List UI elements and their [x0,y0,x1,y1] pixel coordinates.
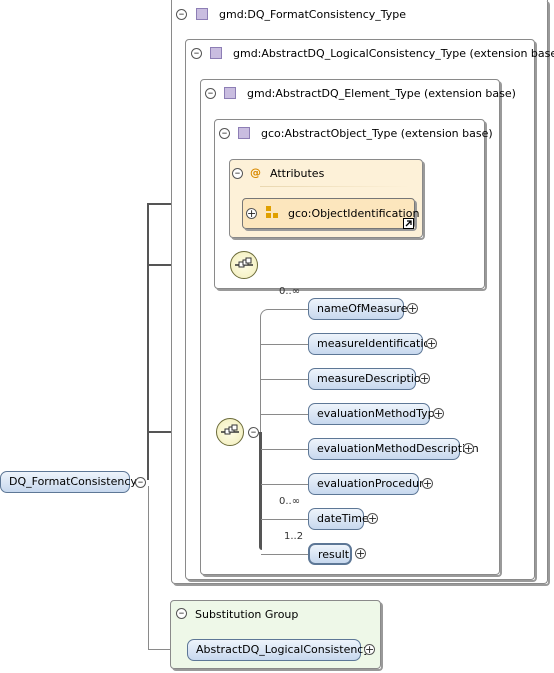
sequence-element-label: measureIdentification [317,337,438,350]
sequence-element-expand-button[interactable]: + [433,408,444,419]
attribute-group-icon [266,206,279,219]
sequence-element-expand-button[interactable]: + [422,478,433,489]
abstract-object-collapse-button[interactable]: – [219,127,230,139]
sequence-compositor-icon[interactable] [230,251,258,279]
sequence-element-nameOfMeasure[interactable]: nameOfMeasure [308,298,408,320]
cardinality-label: 0..∞ [279,496,301,507]
logical-consistency-collapse-button[interactable]: – [191,47,202,59]
sequence-connector [261,554,308,555]
substitution-collapse-button[interactable]: – [176,607,187,619]
sequence-element-label: evaluationProcedure [317,477,431,490]
sequence-element-label: nameOfMeasure [317,302,408,315]
connector-substitution [148,486,149,650]
attributes-header-divider [260,186,410,187]
root-element[interactable]: DQ_FormatConsistency [0,471,137,493]
connector-root [147,204,149,480]
at-symbol-icon: @ [250,166,261,179]
sequence-element-expand-button[interactable]: + [426,338,437,349]
substitution-group-title: Substitution Group [195,608,299,621]
attributes-collapse-button[interactable]: – [232,167,243,179]
sequence-element-label: result [318,548,350,561]
sequence-element-dateTime[interactable]: dateTime [308,508,369,530]
element-type-collapse-button[interactable]: – [205,87,216,99]
sequence-connector [261,484,308,485]
format-consistency-type-title: gmd:DQ_FormatConsistency_Type [219,8,407,21]
sequence-element-expand-button[interactable]: + [407,303,418,314]
element-type-title: gmd:AbstractDQ_Element_Type (extension b… [247,87,516,100]
format-consistency-collapse-button[interactable]: – [176,8,187,20]
type-icon [238,127,250,139]
sequence-element-label: measureDescription [317,372,428,385]
sequence-bracket-top [260,309,308,319]
sequence-connector [261,379,308,380]
root-element-label: DQ_FormatConsistency [9,475,137,488]
abstract-object-type-title: gco:AbstractObject_Type (extension base) [261,127,493,140]
sequence-element-expand-button[interactable]: + [367,513,378,524]
attributes-title: Attributes [270,167,325,180]
sequence-connector [261,414,308,415]
sequence-element-expand-button[interactable]: + [463,443,474,454]
sequence-element-label: evaluationMethodType [317,407,442,420]
sequence-element-label: evaluationMethodDescription [317,442,479,455]
sequence-element-evaluationMethodDescription[interactable]: evaluationMethodDescription [308,438,479,460]
substitution-member-label: AbstractDQ_LogicalConsistency [196,643,370,656]
sequence-connector [261,449,308,450]
attribute-group-expand-button[interactable]: + [246,208,257,219]
root-collapse-button[interactable]: – [135,476,146,488]
cardinality-label: 1..2 [284,531,304,542]
sequence-element-measureIdentification[interactable]: measureIdentification [308,333,437,355]
sequence-element-evaluationMethodType[interactable]: evaluationMethodType [308,403,441,425]
attribute-group-label: gco:ObjectIdentification [288,207,420,220]
sequence-element-expand-button[interactable]: + [355,548,366,559]
sequence-collapse-button[interactable]: – [248,426,259,438]
type-icon [224,87,236,99]
substitution-member-expand-button[interactable]: + [364,644,375,655]
type-icon [210,47,222,59]
sequence-element-measureDescription[interactable]: measureDescription [308,368,428,390]
sequence-element-evaluationProcedure[interactable]: evaluationProcedure [308,473,430,495]
type-icon [196,8,208,20]
substitution-member[interactable]: AbstractDQ_LogicalConsistency [187,639,370,661]
logical-consistency-type-title: gmd:AbstractDQ_LogicalConsistency_Type (… [233,47,554,60]
sequence-connector [261,519,308,520]
cardinality-label: 0..∞ [279,286,301,297]
hyperlink-arrow-icon[interactable] [403,218,414,229]
sequence-connector [261,344,308,345]
sequence-element-expand-button[interactable]: + [419,373,430,384]
sequence-element-result[interactable]: result [308,543,352,565]
sequence-element-label: dateTime [317,512,369,525]
sequence-compositor-icon[interactable] [216,418,244,446]
